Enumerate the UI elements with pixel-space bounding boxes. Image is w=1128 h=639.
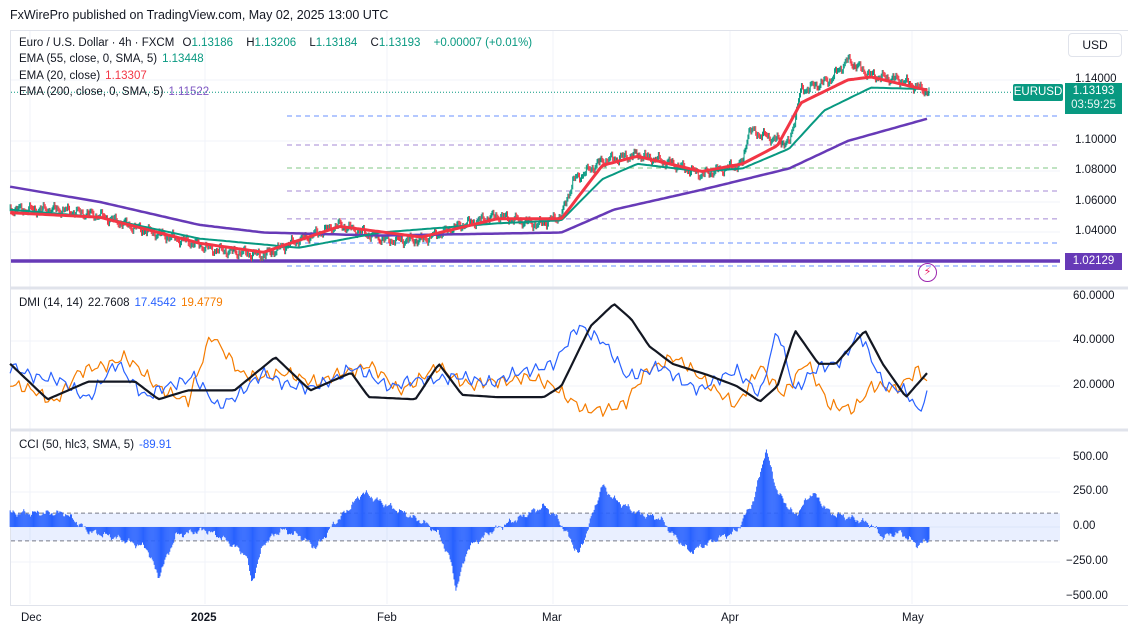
- close-label: C: [370, 37, 379, 49]
- time-tick: 2025: [191, 612, 217, 624]
- time-tick: Feb: [377, 612, 397, 624]
- ema200-legend[interactable]: EMA (200, close, 0, SMA, 5) 1.11522: [19, 86, 214, 98]
- minus-di-value: 19.4779: [181, 297, 223, 309]
- low-label: L: [309, 37, 316, 49]
- time-tick: Mar: [542, 612, 562, 624]
- ema55-label: EMA (55, close, 0, SMA, 5): [19, 53, 158, 65]
- time-tick: Dec: [21, 612, 42, 624]
- adx-value: 22.7608: [87, 297, 130, 309]
- price-tick: 1.06000: [1075, 195, 1117, 207]
- time-tick: Apr: [721, 612, 739, 624]
- dmi-tick: 20.0000: [1073, 379, 1115, 391]
- cci-legend[interactable]: CCI (50, hlc3, SMA, 5) -89.91: [19, 439, 177, 451]
- symbol-tag: EURUSD: [1013, 84, 1063, 101]
- cci-tick: 0.00: [1073, 520, 1096, 532]
- close-value: 1.13193: [378, 37, 421, 49]
- currency-button[interactable]: USD: [1068, 33, 1122, 57]
- level-price-tag: 1.02129: [1065, 253, 1122, 270]
- dmi-legend[interactable]: DMI (14, 14) 22.7608 17.4542 19.4779: [19, 297, 228, 309]
- ema55-legend[interactable]: EMA (55, close, 0, SMA, 5) 1.13448: [19, 53, 209, 65]
- tradingview-chart: FxWirePro published on TradingView.com, …: [0, 0, 1128, 639]
- ema20-legend[interactable]: EMA (20, close) 1.13307: [19, 70, 152, 82]
- last-price: 1.13193: [1072, 85, 1115, 97]
- time-tick: May: [902, 612, 924, 624]
- dmi-tick: 60.0000: [1073, 290, 1115, 302]
- ema20-label: EMA (20, close): [19, 70, 101, 82]
- change-value: +0.00007 (+0.01%): [433, 37, 533, 49]
- adx-line: [9, 303, 928, 403]
- price-tick: 1.08000: [1075, 164, 1117, 176]
- open-value: 1.13186: [191, 37, 234, 49]
- symbol-name[interactable]: Euro / U.S. Dollar · 4h · FXCM: [19, 37, 174, 49]
- ema200-value: 1.11522: [168, 86, 210, 98]
- price-tick: 1.10000: [1075, 134, 1117, 146]
- plus-di-value: 17.4542: [134, 297, 177, 309]
- low-value: 1.13184: [315, 37, 358, 49]
- lightning-icon[interactable]: ⚡: [918, 263, 937, 282]
- cci-tick: −500.00: [1066, 590, 1108, 602]
- last-price-tag: 1.13193 03:59:25: [1065, 83, 1122, 114]
- cci-tick: 500.00: [1073, 451, 1109, 463]
- dmi-label: DMI (14, 14): [19, 297, 83, 309]
- ema55-value: 1.13448: [162, 53, 204, 65]
- cci-label: CCI (50, hlc3, SMA, 5): [19, 439, 135, 451]
- cci-value: -89.91: [139, 439, 172, 451]
- dmi-tick: 40.0000: [1073, 334, 1115, 346]
- high-label: H: [246, 37, 255, 49]
- cci-tick: 250.00: [1073, 485, 1109, 497]
- ema200-label: EMA (200, close, 0, SMA, 5): [19, 86, 164, 98]
- cci-tick: −250.00: [1066, 555, 1108, 567]
- price-tick: 1.04000: [1075, 225, 1117, 237]
- bar-countdown: 03:59:25: [1071, 99, 1116, 111]
- plus-di-line: [9, 324, 928, 412]
- symbol-legend: Euro / U.S. Dollar · 4h · FXCM O1.13186 …: [19, 37, 537, 49]
- high-value: 1.13206: [254, 37, 297, 49]
- ema20-value: 1.13307: [105, 70, 147, 82]
- ema20-line: [10, 75, 928, 254]
